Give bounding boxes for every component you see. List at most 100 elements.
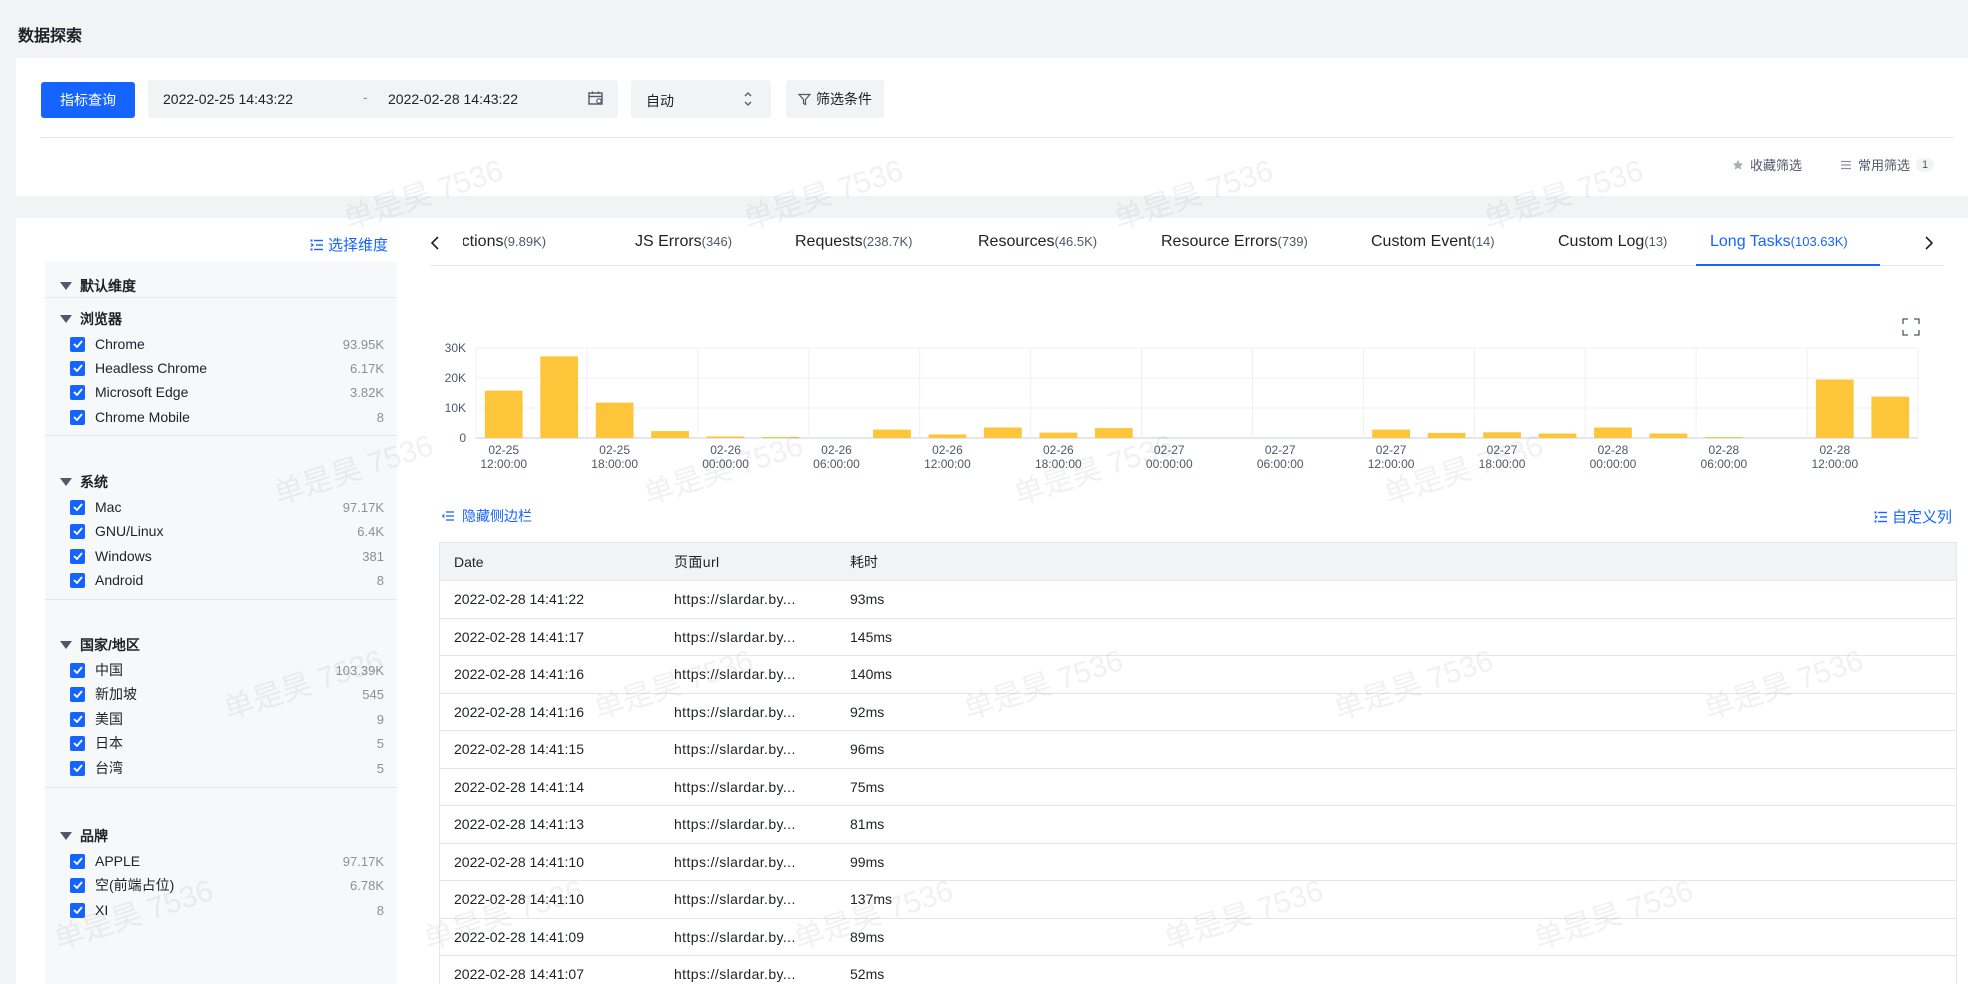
checkbox-checked[interactable] (70, 686, 85, 702)
checkbox-checked[interactable] (70, 735, 85, 751)
checkbox-checked[interactable] (70, 902, 85, 918)
tab-long-tasks[interactable]: Long Tasks(103.63K) (1710, 233, 1848, 251)
table-row[interactable]: 2022-02-28 14:41:10 https://slardar.by...… (440, 843, 1956, 881)
chart-bar (1094, 428, 1133, 438)
common-filter-button[interactable]: 常用筛选 1 (1840, 155, 1935, 174)
column-header-page-url[interactable]: 页面url (674, 552, 850, 572)
checkmark-icon (72, 552, 83, 560)
long-tasks-table: Date 页面url 耗时 2022-02-28 14:41:22 https:/… (439, 542, 1957, 984)
list-item[interactable]: Headless Chrome 6.17K (70, 359, 384, 377)
fullscreen-icon[interactable] (1902, 318, 1920, 336)
cell-page-url: https://slardar.by... (674, 816, 796, 833)
cell-date: 2022-02-28 14:41:22 (454, 591, 584, 608)
checkbox-checked[interactable] (70, 336, 85, 352)
date-range-picker[interactable]: 2022-02-25 14:43:22 - 2022-02-28 14:43:2… (148, 80, 618, 118)
group-header-country[interactable]: 国家/地区 (60, 635, 140, 655)
table-row[interactable]: 2022-02-28 14:41:10 https://slardar.by...… (440, 881, 1956, 919)
page-title: 数据探索 (18, 28, 83, 45)
checkbox-checked[interactable] (70, 572, 85, 588)
cell-duration: 89ms (850, 928, 885, 945)
tab-count: (9.89K) (503, 234, 547, 249)
checkbox-checked[interactable] (70, 523, 85, 539)
item-count: 8 (376, 902, 384, 918)
item-label: Windows (95, 548, 152, 564)
list-item[interactable]: GNU/Linux 6.4K (70, 522, 384, 540)
custom-columns-button[interactable]: 自定义列 (1874, 506, 1952, 527)
list-item[interactable]: Chrome 93.95K (70, 335, 384, 353)
checkbox-checked[interactable] (70, 853, 85, 869)
group-title: 国家/地区 (80, 637, 140, 653)
end-date-input[interactable]: 2022-02-28 14:43:22 (388, 91, 518, 107)
item-label: XI (95, 902, 109, 918)
table-row[interactable]: 2022-02-28 14:41:14 https://slardar.by...… (440, 768, 1956, 806)
checkbox-checked[interactable] (70, 384, 85, 400)
cell-date: 2022-02-28 14:41:10 (454, 891, 584, 908)
list-item[interactable]: XI 8 (70, 901, 384, 919)
table-row[interactable]: 2022-02-28 14:41:17 https://slardar.by...… (440, 618, 1956, 656)
list-item[interactable]: 空(前端占位) 6.78K (70, 876, 384, 894)
group-title: 浏览器 (80, 311, 122, 327)
y-tick-label: 20K (445, 371, 466, 385)
checkmark-icon (72, 857, 83, 865)
metric-query-button[interactable]: 指标查询 (41, 82, 135, 118)
tab-resource-errors[interactable]: Resource Errors(739) (1161, 233, 1308, 251)
tab-requests[interactable]: Requests(238.7K) (795, 233, 912, 251)
table-row[interactable]: 2022-02-28 14:41:09 https://slardar.by...… (440, 918, 1956, 956)
column-header-date[interactable]: Date (440, 554, 674, 570)
tab-custom-log[interactable]: Custom Log(13) (1558, 233, 1667, 251)
checkbox-checked[interactable] (70, 877, 85, 893)
group-header-system[interactable]: 系统 (60, 472, 108, 492)
calendar-icon[interactable] (588, 91, 604, 105)
checkbox-checked[interactable] (70, 760, 85, 776)
hide-sidebar-button[interactable]: 隐藏侧边栏 (442, 506, 532, 526)
cell-duration: 81ms (850, 816, 885, 833)
list-item[interactable]: 美国 9 (70, 710, 384, 728)
checkmark-icon (72, 739, 83, 747)
table-row[interactable]: 2022-02-28 14:41:16 https://slardar.by...… (440, 693, 1956, 731)
tab-actions[interactable]: Actions(9.89K) (463, 233, 546, 251)
group-header-brand[interactable]: 品牌 (60, 826, 108, 846)
list-item[interactable]: Windows 381 (70, 547, 384, 565)
tab-custom-event[interactable]: Custom Event(14) (1371, 233, 1495, 251)
list-item[interactable]: Chrome Mobile 8 (70, 408, 384, 426)
column-header-duration[interactable]: 耗时 (850, 552, 1050, 572)
table-row[interactable]: 2022-02-28 14:41:22 https://slardar.by...… (440, 581, 1956, 619)
list-item[interactable]: 日本 5 (70, 734, 384, 752)
granularity-select[interactable]: 自动 (631, 80, 771, 118)
table-row[interactable]: 2022-02-28 14:41:16 https://slardar.by...… (440, 656, 1956, 694)
list-item[interactable]: APPLE 97.17K (70, 852, 384, 870)
x-tick-label-time: 00:00:00 (1590, 457, 1637, 471)
cell-duration: 93ms (850, 591, 885, 608)
checkbox-checked[interactable] (70, 409, 85, 425)
chevron-right-icon[interactable] (1920, 232, 1936, 254)
long-tasks-bar-chart: 010K20K30K02-2512:00:0002-2518:00:0002-2… (445, 341, 1919, 471)
filter-conditions-button[interactable]: 筛选条件 (786, 80, 884, 118)
list-item[interactable]: 台湾 5 (70, 759, 384, 777)
chevron-left-icon[interactable] (428, 232, 444, 254)
checkbox-checked[interactable] (70, 499, 85, 515)
select-dimension-button[interactable]: 选择维度 (310, 234, 388, 255)
list-item[interactable]: 中国 103.39K (70, 661, 384, 679)
list-item[interactable]: Mac 97.17K (70, 498, 384, 516)
start-date-input[interactable]: 2022-02-25 14:43:22 (163, 91, 293, 107)
tab-js-errors[interactable]: JS Errors(346) (635, 233, 732, 251)
list-item[interactable]: Android 8 (70, 571, 384, 589)
checkbox-checked[interactable] (70, 711, 85, 727)
list-item[interactable]: 新加坡 545 (70, 685, 384, 703)
group-header-browser[interactable]: 浏览器 (60, 309, 122, 329)
checkbox-checked[interactable] (70, 548, 85, 564)
tab-label: Resources (978, 233, 1055, 250)
checkbox-checked[interactable] (70, 360, 85, 376)
tab-resources[interactable]: Resources(46.5K) (978, 233, 1097, 251)
table-row[interactable]: 2022-02-28 14:41:13 https://slardar.by...… (440, 806, 1956, 844)
table-row[interactable]: 2022-02-28 14:41:07 https://slardar.by...… (440, 956, 1956, 984)
table-row[interactable]: 2022-02-28 14:41:15 https://slardar.by...… (440, 731, 1956, 769)
cell-page-url: https://slardar.by... (674, 666, 796, 683)
default-dimension-toggle[interactable]: 默认维度 (60, 276, 136, 296)
favorite-filter-button[interactable]: 收藏筛选 (1732, 155, 1802, 174)
x-tick-label-time: 12:00:00 (1811, 457, 1858, 471)
cell-date: 2022-02-28 14:41:17 (454, 628, 584, 645)
checkbox-checked[interactable] (70, 662, 85, 678)
list-item[interactable]: Microsoft Edge 3.82K (70, 383, 384, 401)
tab-count: (14) (1471, 234, 1495, 249)
